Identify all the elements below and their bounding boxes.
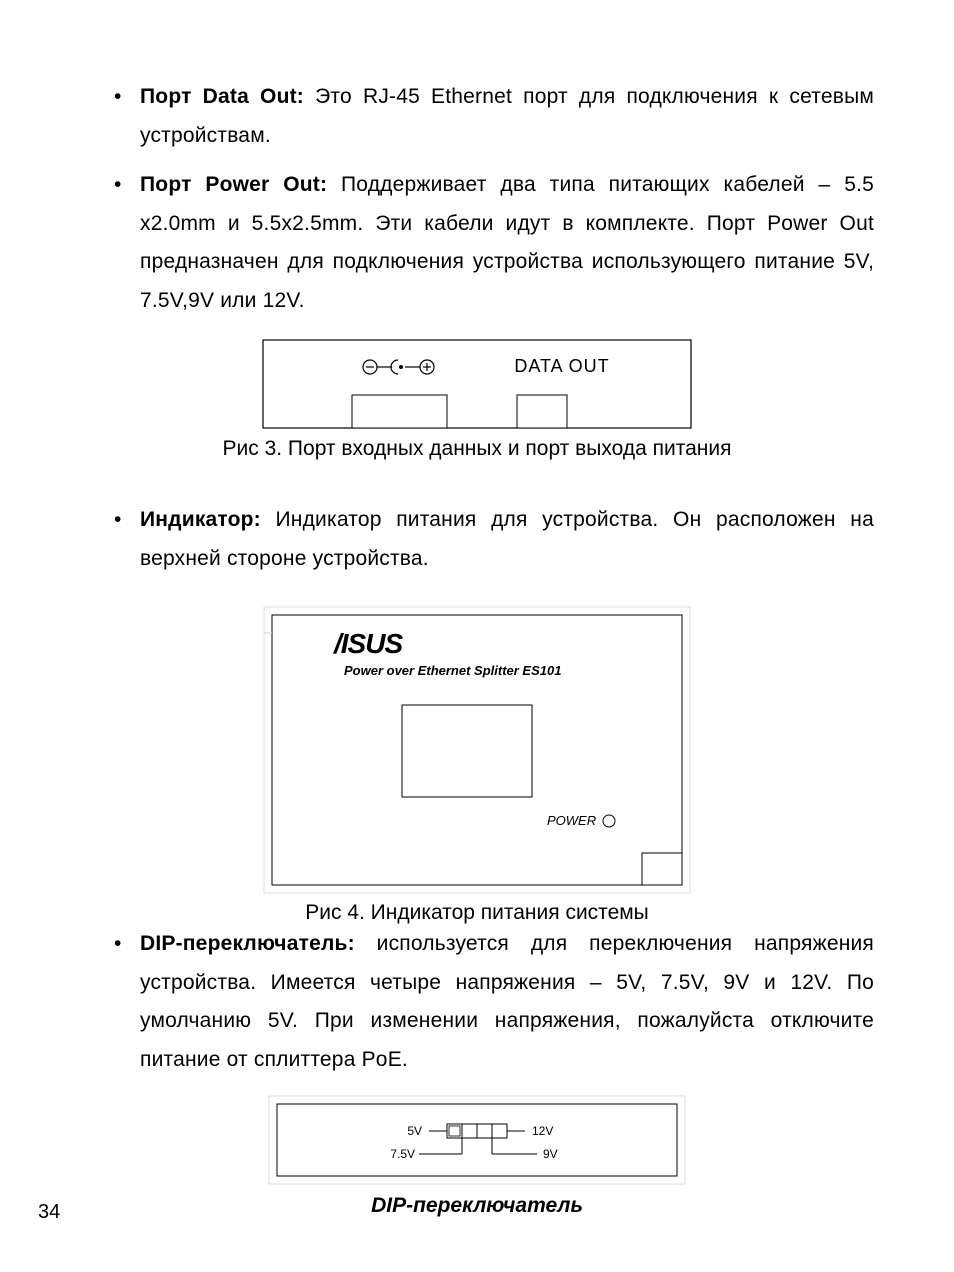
bullet-data-out: Порт Data Out: Это RJ-45 Ethernet порт д… <box>140 78 874 156</box>
bullet-indicator: Индикатор: Индикатор питания для устройс… <box>140 501 874 579</box>
bullet-list: Порт Data Out: Это RJ-45 Ethernet порт д… <box>80 78 874 321</box>
page-number: 34 <box>38 1201 60 1224</box>
page: Порт Data Out: Это RJ-45 Ethernet порт д… <box>0 0 954 1272</box>
figure-5: 5V 12V 7.5V 9V DIP-переключатель <box>80 1094 874 1218</box>
bullet-list-3: DIP-переключатель: используется для пере… <box>80 925 874 1080</box>
fig4-subtitle: Power over Ethernet Splitter ES101 <box>344 663 561 678</box>
dip-9v: 9V <box>543 1147 558 1161</box>
dip-12v: 12V <box>532 1124 553 1138</box>
asus-logo-icon: /ISUS <box>332 628 403 659</box>
term-data-out: Порт Data Out: <box>140 85 304 108</box>
power-led-icon <box>603 815 615 827</box>
bullet-dip: DIP-переключатель: используется для пере… <box>140 925 874 1080</box>
dip-5v: 5V <box>407 1124 422 1138</box>
svg-text:/ISUS: /ISUS <box>332 628 403 659</box>
figure-4-caption: Рис 4. Индикатор питания системы <box>80 901 874 925</box>
figure-4-graphic: /ISUS Power over Ethernet Splitter ES101… <box>262 605 692 895</box>
fig4-power-label: POWER <box>547 813 596 828</box>
term-power-out: Порт Power Out: <box>140 173 327 196</box>
dip-75v: 7.5V <box>390 1147 415 1161</box>
term-dip: DIP-переключатель: <box>140 932 355 955</box>
bullet-list-2: Индикатор: Индикатор питания для устройс… <box>80 501 874 579</box>
figure-3-graphic: DATA OUT <box>262 339 692 429</box>
label-data-out: DATA OUT <box>514 356 609 376</box>
figure-5-graphic: 5V 12V 7.5V 9V <box>267 1094 687 1186</box>
figure-3: DATA OUT Рис 3. Порт входных данных и по… <box>80 339 874 461</box>
term-indicator: Индикатор: <box>140 508 261 531</box>
figure-3-caption: Рис 3. Порт входных данных и порт выхода… <box>80 437 874 461</box>
bullet-power-out: Порт Power Out: Поддерживает два типа пи… <box>140 166 874 321</box>
figure-4: /ISUS Power over Ethernet Splitter ES101… <box>80 605 874 925</box>
figure-5-caption: DIP-переключатель <box>80 1194 874 1218</box>
